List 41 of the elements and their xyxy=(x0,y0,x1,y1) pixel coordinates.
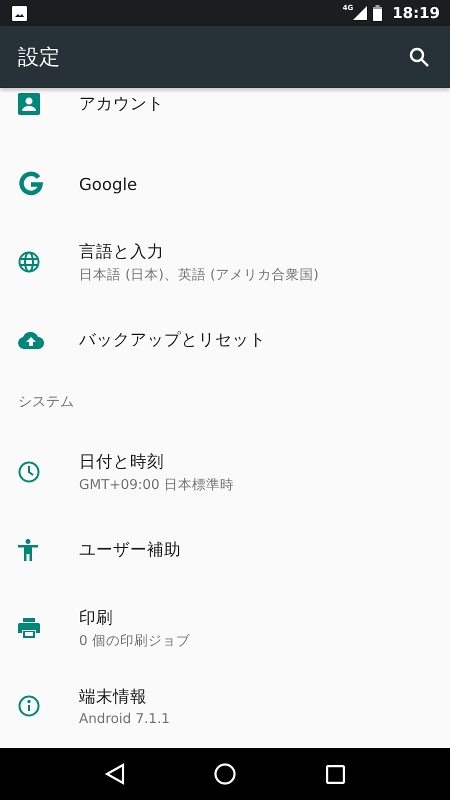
signal-icon xyxy=(353,6,368,20)
recents-button[interactable] xyxy=(326,764,346,784)
app-bar-title: 設定 xyxy=(18,44,61,71)
settings-item[interactable]: 印刷 0 個の印刷ジョブ xyxy=(0,589,450,667)
item-title: 日付と時刻 xyxy=(79,450,165,472)
home-button[interactable] xyxy=(214,763,236,785)
item-title: バックアップとリセット xyxy=(79,329,266,351)
item-title: ユーザー補助 xyxy=(79,539,181,561)
g-logo-icon xyxy=(18,171,44,197)
settings-item[interactable]: Google xyxy=(0,145,450,223)
back-button[interactable] xyxy=(104,763,125,785)
item-title: 言語と入力 xyxy=(79,240,165,262)
item-title: 端末情報 xyxy=(79,686,148,708)
clock-time: 18:19 xyxy=(392,4,440,22)
search-icon xyxy=(409,47,429,67)
printer-icon xyxy=(18,618,40,638)
settings-item[interactable]: 端末情報 Android 7.1.1 xyxy=(0,667,450,745)
globe-icon xyxy=(18,251,40,273)
settings-item[interactable]: バックアップとリセット xyxy=(0,301,450,379)
back-icon xyxy=(104,763,125,785)
item-summary: GMT+09:00 日本標準時 xyxy=(79,476,234,494)
settings-item[interactable]: 日付と時刻 GMT+09:00 日本標準時 xyxy=(0,433,450,511)
image-icon xyxy=(12,6,27,20)
settings-item[interactable]: ユーザー補助 xyxy=(0,511,450,589)
item-summary: 0 個の印刷ジョブ xyxy=(79,632,190,650)
item-title: 印刷 xyxy=(79,606,114,628)
cloud-upload-icon xyxy=(18,331,44,349)
settings-item[interactable]: アカウント xyxy=(0,88,450,145)
battery-icon xyxy=(373,5,382,21)
settings-item[interactable]: 言語と入力 日本語 (日本)、英語 (アメリカ合衆国) xyxy=(0,223,450,301)
accessibility-icon xyxy=(18,539,38,561)
home-icon xyxy=(214,763,236,785)
item-summary: Android 7.1.1 xyxy=(79,710,170,726)
item-title: アカウント xyxy=(79,93,164,115)
section-header: システム xyxy=(18,393,74,411)
recents-icon xyxy=(326,764,346,784)
account-icon xyxy=(18,93,40,115)
item-title: Google xyxy=(79,174,138,194)
item-summary: 日本語 (日本)、英語 (アメリカ合衆国) xyxy=(79,266,319,284)
info-icon xyxy=(18,695,40,717)
clock-icon xyxy=(18,461,40,483)
